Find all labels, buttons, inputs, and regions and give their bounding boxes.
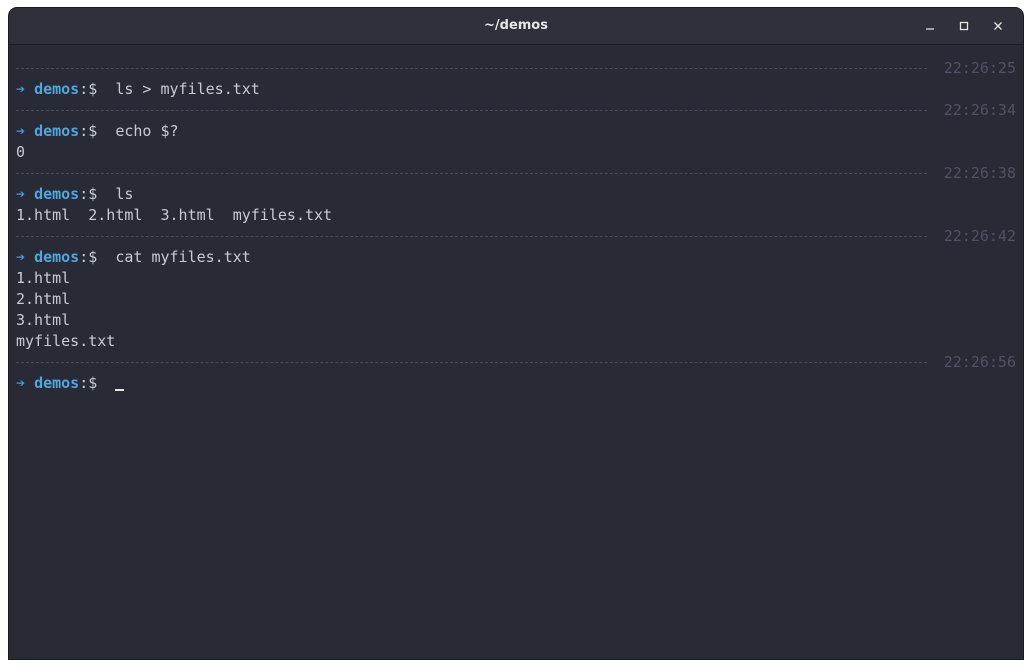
output-line: 3.html	[16, 311, 71, 329]
separator-line	[16, 68, 927, 69]
prompt-directory: demos	[34, 80, 80, 98]
command-timestamp: 22:26:56	[943, 353, 1016, 371]
prompt-line: ➔ demos:$ ls > myfiles.txt	[16, 79, 1023, 100]
output-line: 2.html	[16, 290, 71, 308]
prompt-line: ➔ demos:$ ls	[16, 184, 1023, 205]
output-line: 1.html 2.html 3.html myfiles.txt	[16, 206, 333, 224]
prompt-directory: demos	[34, 248, 80, 266]
close-button[interactable]	[981, 8, 1015, 44]
prompt-arrow-icon: ➔	[16, 248, 26, 266]
separator-line	[16, 110, 927, 111]
prompt-arrow-icon: ➔	[16, 185, 26, 203]
command-text: echo $?	[115, 122, 179, 140]
output-line: myfiles.txt	[16, 332, 116, 350]
command-timestamp: 22:26:34	[943, 101, 1016, 119]
prompt-symbol: :$	[79, 185, 98, 203]
maximize-button[interactable]	[947, 8, 981, 44]
command-separator: 22:26:38	[16, 163, 1023, 184]
command-separator: 22:26:25	[16, 58, 1023, 79]
prompt-arrow-icon: ➔	[16, 374, 26, 392]
command-timestamp: 22:26:25	[943, 59, 1016, 77]
terminal-output-area[interactable]: 22:26:25 ➔ demos:$ ls > myfiles.txt 22:26:…	[16, 58, 1023, 394]
command-text: ls > myfiles.txt	[115, 80, 260, 98]
separator-line	[16, 173, 927, 174]
window-title: ~/demos	[484, 18, 548, 33]
prompt-symbol: :$	[79, 80, 98, 98]
prompt-directory: demos	[34, 374, 80, 392]
active-prompt-line[interactable]: ➔ demos:$	[16, 373, 1023, 394]
prompt-line: ➔ demos:$ cat myfiles.txt	[16, 247, 1023, 268]
command-separator: 22:26:42	[16, 226, 1023, 247]
prompt-symbol: :$	[79, 374, 98, 392]
terminal-window: ~/demos 22:26:25 ➔ demos:$ ls > myfiles.t…	[9, 8, 1023, 659]
output-line: 1.html	[16, 269, 71, 287]
minimize-button[interactable]	[913, 8, 947, 44]
command-text: cat myfiles.txt	[115, 248, 251, 266]
command-timestamp: 22:26:38	[943, 164, 1016, 182]
minimize-icon	[926, 28, 934, 30]
command-text: ls	[115, 185, 134, 203]
prompt-symbol: :$	[79, 122, 98, 140]
text-cursor	[115, 389, 125, 391]
close-icon	[994, 22, 1002, 30]
prompt-line: ➔ demos:$ echo $?	[16, 121, 1023, 142]
prompt-arrow-icon: ➔	[16, 122, 26, 140]
output-line: 0	[16, 143, 26, 161]
title-bar[interactable]: ~/demos	[9, 8, 1023, 45]
prompt-symbol: :$	[79, 248, 98, 266]
command-separator: 22:26:34	[16, 100, 1023, 121]
prompt-directory: demos	[34, 185, 80, 203]
command-timestamp: 22:26:42	[943, 227, 1016, 245]
prompt-directory: demos	[34, 122, 80, 140]
prompt-arrow-icon: ➔	[16, 80, 26, 98]
separator-line	[16, 236, 927, 237]
maximize-icon	[959, 21, 969, 31]
window-controls	[913, 8, 1015, 44]
command-separator: 22:26:56	[16, 352, 1023, 373]
separator-line	[16, 362, 927, 363]
